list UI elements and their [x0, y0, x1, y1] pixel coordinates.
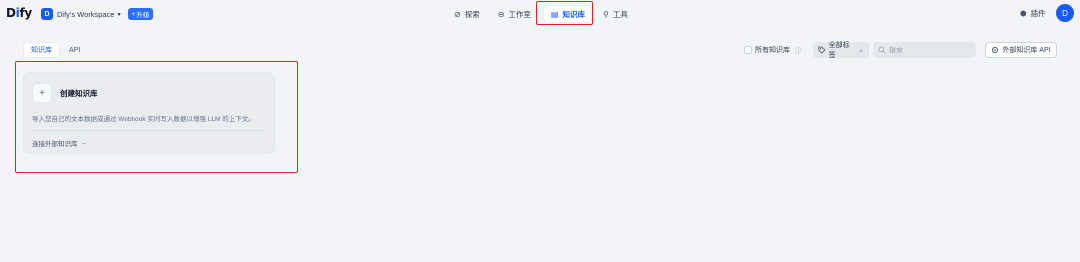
api-connection-icon: [992, 47, 999, 53]
workspace-selector[interactable]: D Dify's Workspace ▾ + 升级: [41, 7, 154, 21]
create-knowledge-title: 创建知识库: [60, 88, 98, 98]
nav-studio[interactable]: ⊖ 工作室: [491, 6, 538, 22]
upgrade-label: 升级: [136, 12, 150, 19]
search-icon: [878, 46, 886, 54]
nav-tools[interactable]: ⚲ 工具: [596, 6, 635, 22]
workspace-avatar: D: [41, 8, 53, 20]
tools-icon: ⚲: [602, 9, 609, 19]
tag-icon: [818, 46, 826, 54]
chevron-down-icon: ⌄: [858, 47, 864, 54]
tags-filter-button[interactable]: 全部标签 ⌄: [813, 42, 869, 59]
tab-api[interactable]: API: [62, 42, 87, 58]
help-icon[interactable]: ⓘ: [795, 45, 802, 55]
all-knowledge-checkbox[interactable]: [744, 46, 752, 54]
all-knowledge-label: 所有知识库: [755, 47, 790, 54]
tags-filter-label: 全部标签: [828, 42, 850, 59]
main-nav: ⊘ 探索 ⊖ 工作室 ▤ 知识库 ⚲ 工具: [447, 2, 635, 26]
user-avatar[interactable]: D: [1056, 4, 1074, 22]
external-api-button[interactable]: 外部知识库 API: [985, 42, 1057, 58]
search-input[interactable]: [889, 46, 969, 54]
top-bar: Dify D Dify's Workspace ▾ + 升级 ⊘ 探索 ⊖ 工作…: [0, 0, 1080, 28]
nav-studio-label: 工作室: [508, 9, 531, 19]
nav-knowledge[interactable]: ▤ 知识库: [543, 6, 592, 22]
nav-explore-label: 探索: [464, 9, 480, 19]
all-knowledge-filter[interactable]: 所有知识库 ⓘ: [744, 45, 802, 55]
knowledge-tabs: 知识库 API: [23, 42, 87, 58]
create-knowledge-card[interactable]: + 创建知识库 导入您自己的文本数据或通过 Webhook 实时写入数据以增强 …: [23, 72, 275, 154]
arrow-right-icon: →: [80, 139, 88, 147]
connect-external-knowledge-link[interactable]: 连接外部知识库 →: [32, 138, 88, 149]
upgrade-button[interactable]: + 升级: [127, 8, 154, 20]
knowledge-icon: ▤: [550, 9, 559, 19]
studio-icon: ⊖: [497, 9, 505, 19]
card-divider: [32, 130, 266, 131]
connect-external-label: 连接外部知识库: [32, 141, 78, 148]
create-knowledge-description: 导入您自己的文本数据或通过 Webhook 实时写入数据以增强 LLM 的上下文…: [32, 116, 255, 123]
plus-icon: +: [32, 83, 52, 103]
nav-tools-label: 工具: [612, 9, 628, 19]
create-knowledge-header: + 创建知识库: [32, 83, 98, 103]
dify-logo[interactable]: Dify: [6, 6, 32, 20]
plus-icon: +: [131, 10, 136, 18]
workspace-name: Dify's Workspace: [57, 9, 115, 19]
chevron-down-icon: ▾: [117, 11, 121, 18]
nav-explore[interactable]: ⊘ 探索: [447, 6, 487, 22]
external-api-label: 外部知识库 API: [1002, 47, 1051, 54]
plugin-icon: ⬢: [1020, 9, 1027, 18]
nav-knowledge-label: 知识库: [562, 9, 585, 19]
explore-icon: ⊘: [454, 9, 461, 19]
plugins-button[interactable]: ⬢ 插件: [1020, 8, 1046, 19]
search-box[interactable]: [873, 42, 976, 58]
plugins-label: 插件: [1030, 9, 1046, 18]
tab-knowledge[interactable]: 知识库: [23, 42, 60, 58]
